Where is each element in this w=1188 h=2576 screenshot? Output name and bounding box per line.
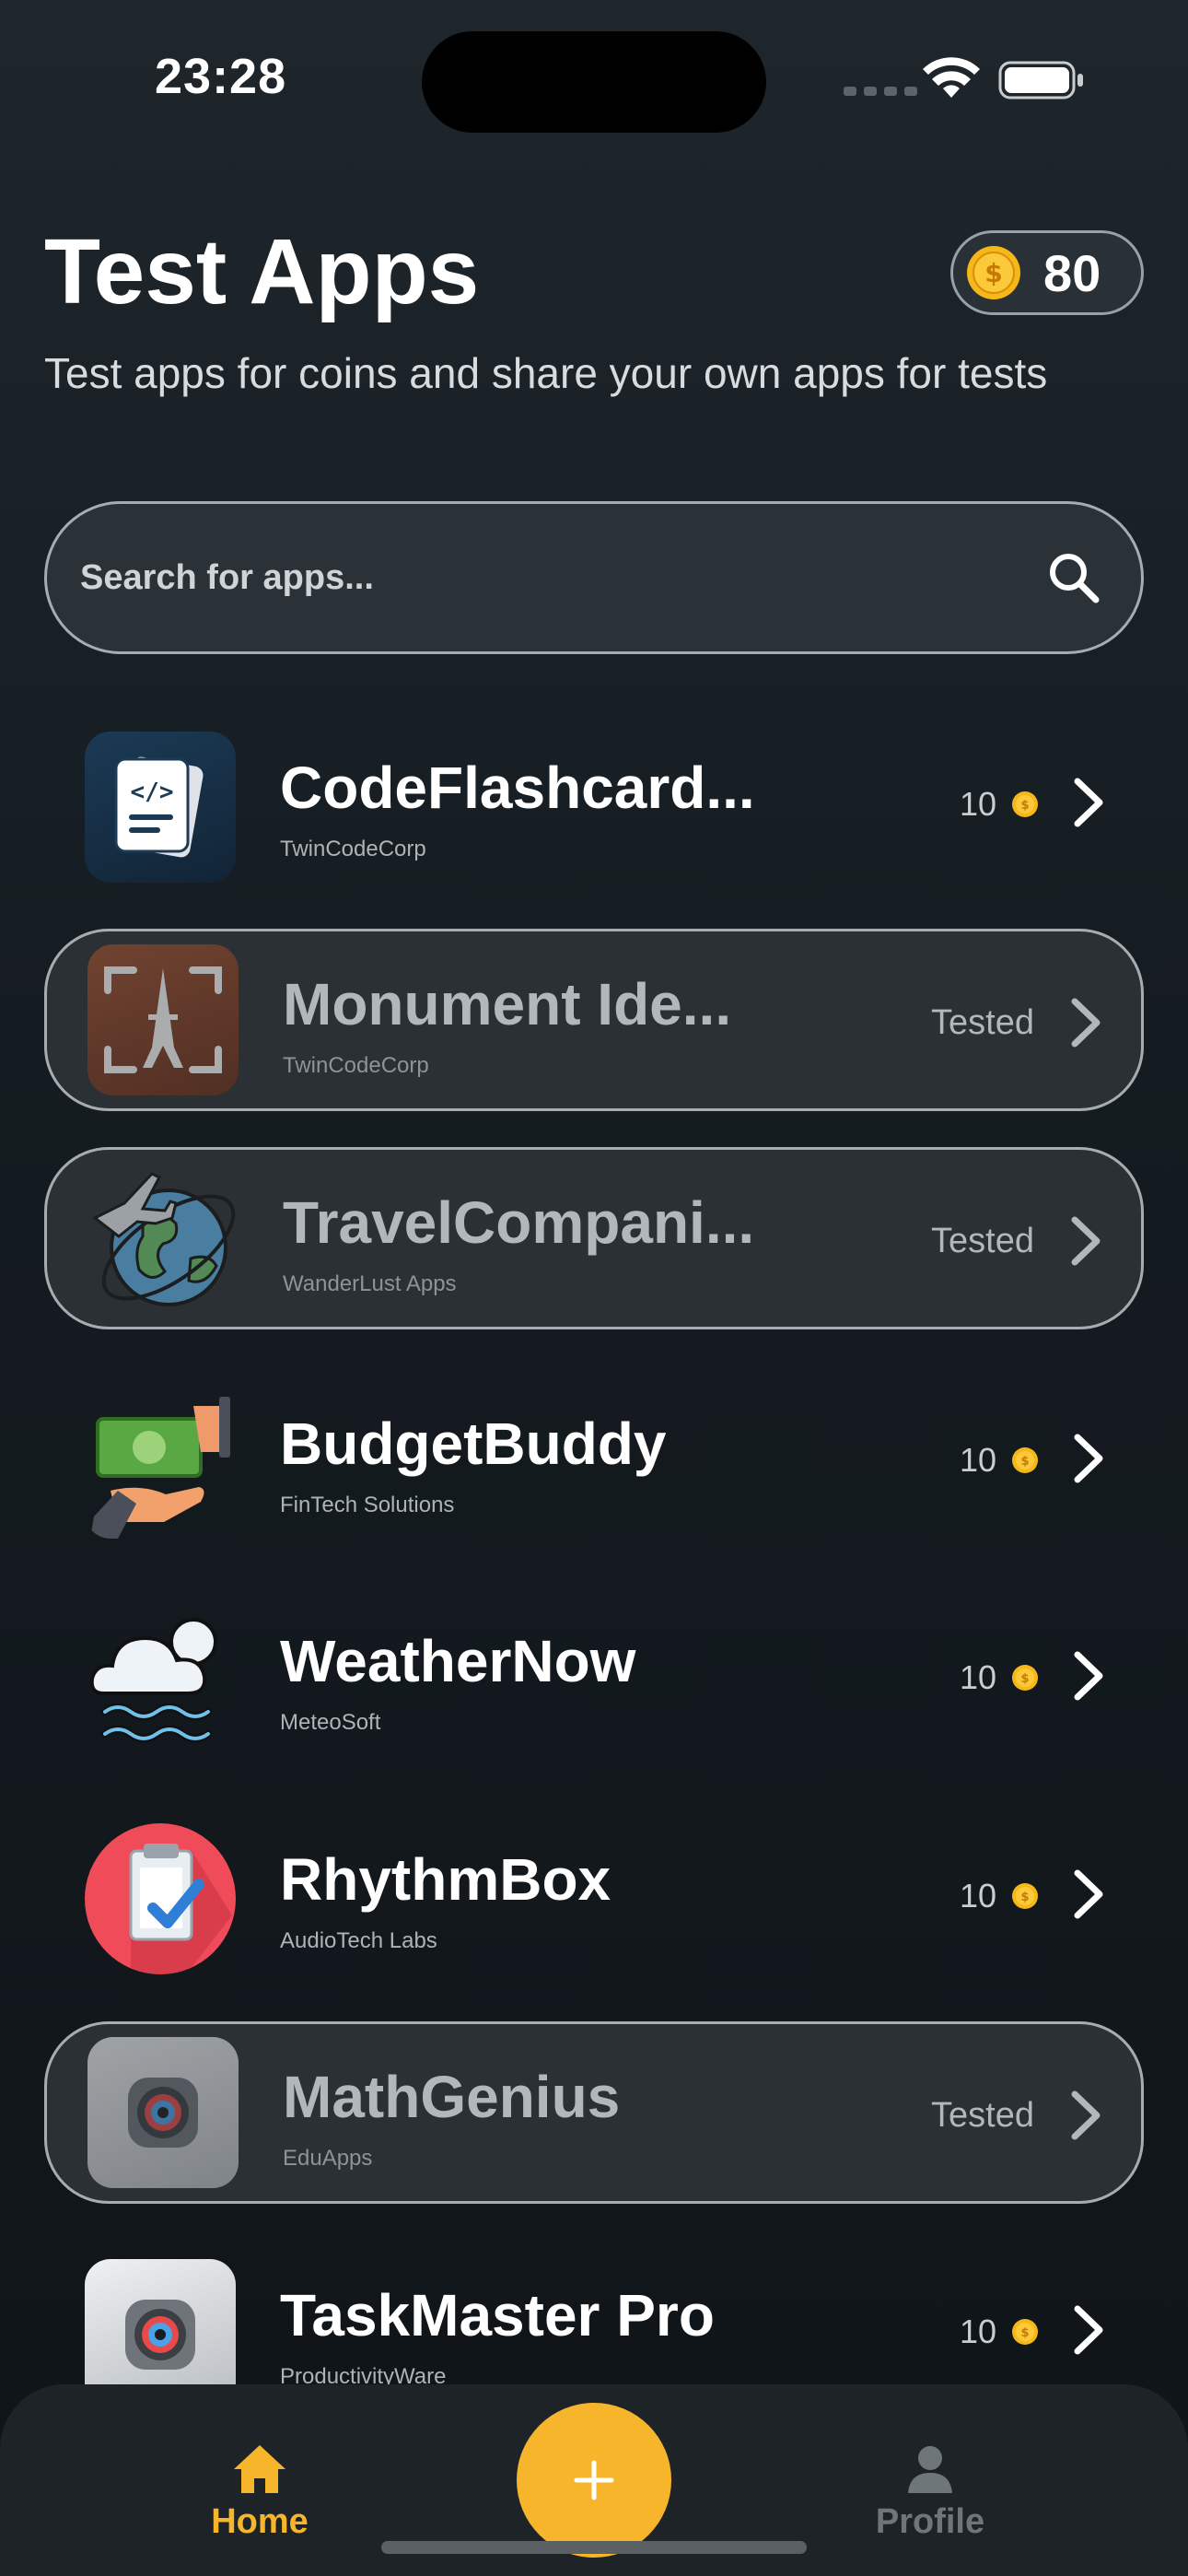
chevron-right-icon[interactable] [1060,1209,1112,1273]
search-input[interactable] [80,557,1047,598]
app-row-mathgenius[interactable]: MathGenius EduApps Tested [44,2021,1144,2204]
coin-icon: $ [1012,2319,1038,2345]
flashcards-code-icon: </> [85,732,236,883]
app-developer: AudioTech Labs [280,1928,437,1953]
home-icon [234,2445,285,2493]
chevron-right-icon[interactable] [1063,1426,1114,1491]
status-time: 23:28 [155,49,287,104]
coin-icon: $ [1012,1665,1038,1691]
app-row-rhythmbox[interactable]: RhythmBox AudioTech Labs 10 $ [44,1803,1144,1985]
person-icon [908,2446,952,2493]
reward-amount: 10 [959,785,996,823]
reward-badge: 10 $ [960,785,1039,824]
app-name: TravelCompani... [283,1189,755,1256]
app-row-monument[interactable]: Monument Ide... TwinCodeCorp Tested [44,929,1144,1111]
battery-icon [998,61,1083,100]
chevron-right-icon[interactable] [1063,1644,1114,1708]
svg-text:$: $ [1020,2326,1029,2340]
app-developer: EduApps [283,2146,373,2171]
app-name: CodeFlashcard... [280,755,755,821]
camera-lens-icon [87,2037,239,2188]
tested-label: Tested [931,1003,1034,1042]
svg-text:$: $ [1020,1891,1029,1904]
search-icon[interactable] [1047,551,1101,604]
chevron-right-icon[interactable] [1060,2083,1112,2148]
app-name: MathGenius [283,2064,621,2130]
svg-text:$: $ [1020,799,1029,813]
eiffel-tower-scan-icon [87,944,239,1095]
coin-icon: $ [1012,1883,1038,1909]
chevron-right-icon[interactable] [1060,990,1112,1055]
app-row-travelcompanion[interactable]: TravelCompani... WanderLust Apps Tested [44,1147,1144,1329]
app-name: WeatherNow [280,1628,636,1694]
reward-amount: 10 [959,1877,996,1914]
reward-badge: 10 $ [960,1877,1039,1915]
app-developer: WanderLust Apps [283,1271,457,1296]
clipboard-check-icon [85,1823,236,1974]
page-title: Test Apps [44,220,480,323]
app-row-codeflashcard[interactable]: </> CodeFlashcard... TwinCodeCorp 10 $ [44,711,1144,894]
app-name: BudgetBuddy [280,1411,667,1477]
plus-icon [574,2460,614,2500]
cellular-signal-icon [844,87,917,96]
chevron-right-icon[interactable] [1063,1862,1114,1926]
app-name: RhythmBox [280,1846,611,1913]
wifi-icon [923,57,980,98]
add-app-button[interactable] [517,2403,671,2558]
reward-amount: 10 [959,2313,996,2350]
page-subtitle: Test apps for coins and share your own a… [44,349,1048,397]
coin-count: 80 [1043,243,1101,302]
app-developer: MeteoSoft [280,1710,381,1735]
svg-text:</>: </> [131,779,174,806]
app-row-weathernow[interactable]: WeatherNow MeteoSoft 10 $ [44,1585,1144,1767]
nav-profile[interactable]: Profile [866,2441,995,2542]
nav-profile-label: Profile [875,2502,985,2541]
app-developer: TwinCodeCorp [280,837,426,861]
reward-amount: 10 [959,1441,996,1479]
globe-airplane-icon [87,1163,239,1314]
app-developer: FinTech Solutions [280,1493,455,1517]
coin-icon: $ [1012,791,1038,817]
app-row-budgetbuddy[interactable]: BudgetBuddy FinTech Solutions 10 $ [44,1367,1144,1550]
nav-home-label: Home [211,2502,309,2541]
nav-home[interactable]: Home [197,2441,322,2542]
money-hand-icon [85,1388,236,1539]
app-name: Monument Ide... [283,971,732,1037]
coin-icon: $ [1012,1447,1038,1473]
coin-icon: $ [967,246,1020,299]
reward-amount: 10 [959,1658,996,1696]
svg-text:$: $ [1020,1672,1029,1686]
svg-text:$: $ [1020,1455,1029,1469]
coin-balance[interactable]: $ 80 [950,230,1144,315]
dynamic-island [422,31,766,133]
tested-label: Tested [931,1222,1034,1260]
chevron-right-icon[interactable] [1063,770,1114,835]
svg-text:$: $ [984,258,1002,288]
search-bar[interactable] [44,501,1144,654]
home-indicator [381,2541,807,2554]
cloud-waves-icon [85,1605,236,1756]
tested-label: Tested [931,2096,1034,2135]
chevron-right-icon[interactable] [1063,2298,1114,2362]
reward-badge: 10 $ [960,2313,1039,2351]
app-name: TaskMaster Pro [280,2282,715,2348]
app-developer: TwinCodeCorp [283,1053,429,1078]
reward-badge: 10 $ [960,1441,1039,1480]
reward-badge: 10 $ [960,1658,1039,1697]
